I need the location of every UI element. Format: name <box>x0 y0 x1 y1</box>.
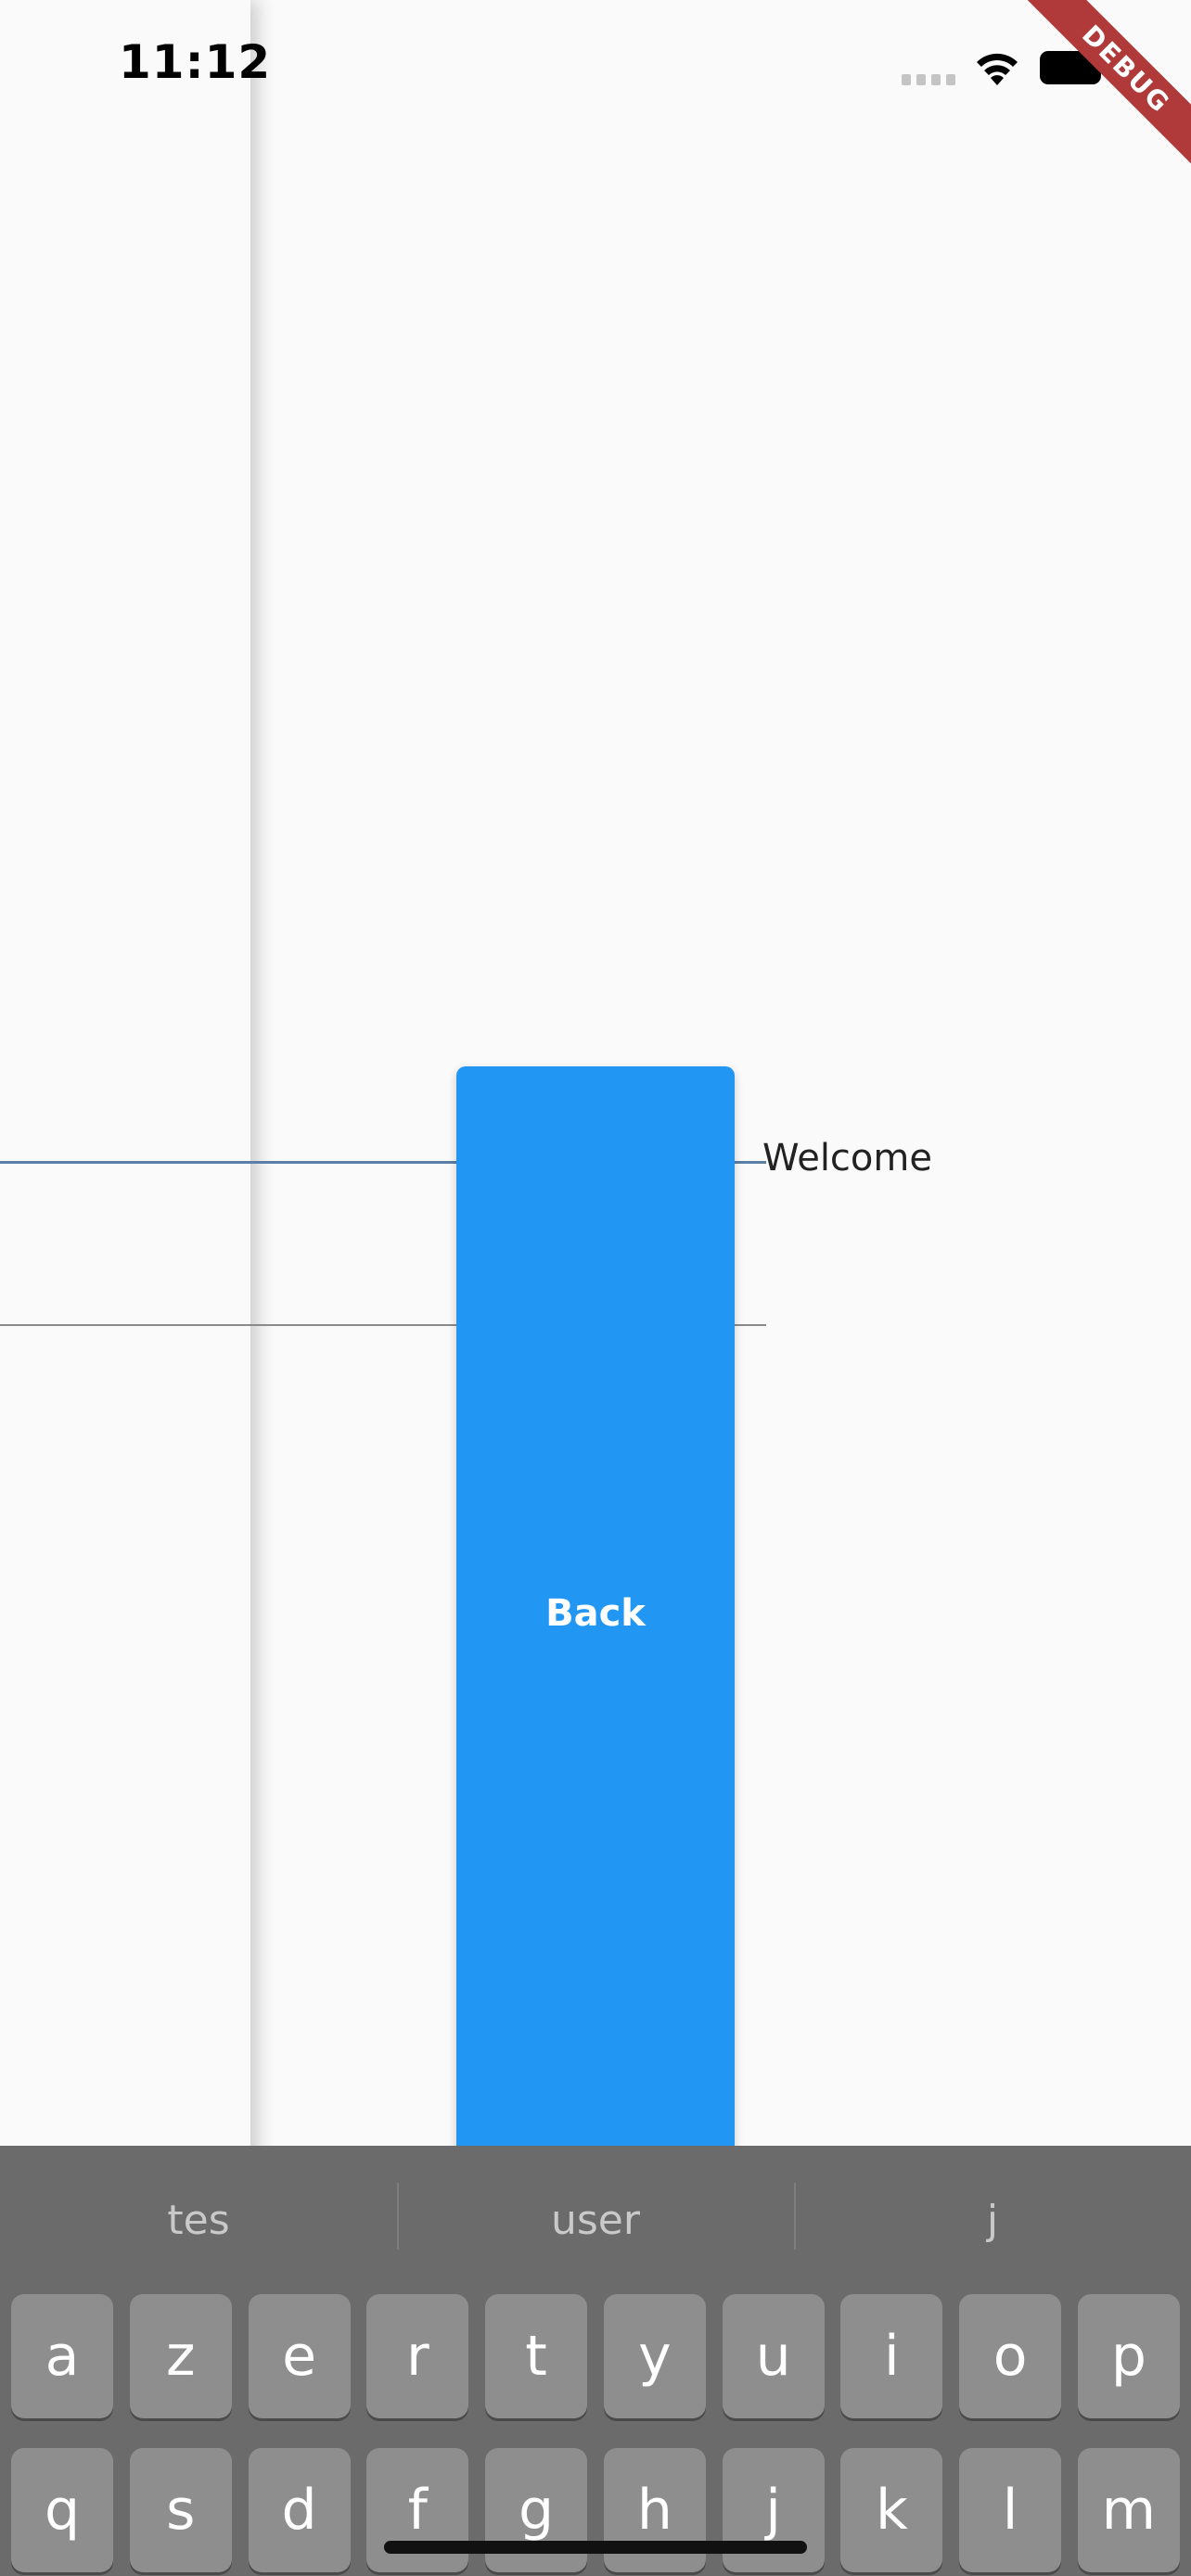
key[interactable]: e <box>248 2294 351 2418</box>
keyboard-row-1: a z e r t y u i o p <box>11 2294 1180 2418</box>
key[interactable]: i <box>840 2294 943 2418</box>
on-screen-keyboard: tes user j a z e r t y u i o p q s d f g… <box>0 2146 1191 2576</box>
keyboard-suggestion-bar: tes user j <box>0 2146 1191 2294</box>
keyboard-suggestion[interactable]: j <box>794 2146 1191 2294</box>
key[interactable]: a <box>11 2294 113 2418</box>
key[interactable]: k <box>840 2448 943 2572</box>
key[interactable]: r <box>366 2294 469 2418</box>
key[interactable]: o <box>959 2294 1062 2418</box>
app-screen: 11:12 DEBUG Welcome Back tes user j a z <box>0 0 1191 2576</box>
welcome-label: Welcome <box>762 1137 932 1180</box>
key[interactable]: p <box>1077 2294 1180 2418</box>
keyboard-suggestion[interactable]: user <box>397 2146 794 2294</box>
cellular-signal-icon <box>902 74 955 85</box>
key[interactable]: q <box>11 2448 113 2572</box>
debug-banner-label: DEBUG <box>1013 0 1191 183</box>
key[interactable]: d <box>248 2448 351 2572</box>
keyboard-suggestion[interactable]: tes <box>0 2146 397 2294</box>
back-button-label: Back <box>545 1592 646 1635</box>
key[interactable]: t <box>485 2294 588 2418</box>
wifi-icon <box>977 53 1018 85</box>
key[interactable]: l <box>959 2448 1062 2572</box>
key[interactable]: m <box>1077 2448 1180 2572</box>
key[interactable]: z <box>129 2294 232 2418</box>
back-button[interactable]: Back <box>456 1066 735 2161</box>
debug-banner: DEBUG <box>1005 0 1191 185</box>
key[interactable]: s <box>129 2448 232 2572</box>
battery-icon <box>1040 51 1108 84</box>
key[interactable]: u <box>722 2294 825 2418</box>
key[interactable]: y <box>603 2294 706 2418</box>
status-time: 11:12 <box>119 35 272 89</box>
home-indicator[interactable] <box>384 2541 807 2554</box>
